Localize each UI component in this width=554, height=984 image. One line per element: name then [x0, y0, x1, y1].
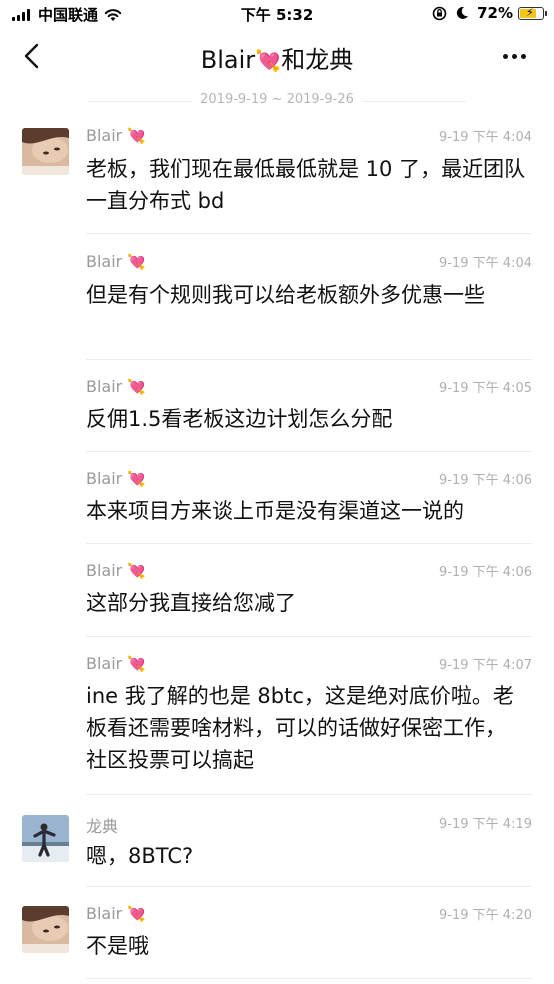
heart-icon: 💘 [127, 127, 147, 145]
divider [86, 451, 532, 452]
heart-icon: 💘 [127, 562, 147, 580]
orientation-lock-icon [432, 6, 447, 20]
message-sender: Blair 💘 [86, 252, 146, 271]
battery-percent: 72% [477, 4, 513, 22]
message-time: 9-19 下午 4:06 [439, 565, 532, 580]
chat-title: Blair💘和龙典 [0, 40, 554, 75]
heart-icon: 💘 [127, 253, 147, 271]
divider [86, 978, 532, 979]
sender-name: Blair [86, 252, 123, 271]
message-sender: Blair 💘 [86, 654, 146, 673]
avatar-blair[interactable] [22, 128, 69, 175]
message-text: 嗯，8BTC? [86, 844, 194, 868]
chat-header: Blair💘和龙典 [0, 28, 554, 86]
message-time: 9-19 下午 4:20 [439, 908, 532, 923]
sender-name: Blair [86, 904, 123, 923]
message-text: 本来项目方来谈上币是没有渠道这一说的 [86, 499, 464, 523]
message-text: 不是哦 [86, 934, 149, 958]
message-time: 9-19 下午 4:19 [439, 817, 532, 832]
message-sender: Blair 💘 [86, 561, 146, 580]
avatar-blair[interactable] [22, 906, 69, 953]
sender-name: Blair [86, 654, 123, 673]
message-sender: Blair 💘 [86, 126, 146, 145]
heart-icon: 💘 [255, 49, 282, 73]
message-text: 这部分我直接给您减了 [86, 591, 296, 615]
heart-icon: 💘 [127, 905, 147, 923]
chat-title-connector: 和龙典 [281, 46, 354, 74]
sender-name: Blair [86, 469, 123, 488]
status-right: 72% ⚡ [432, 4, 547, 22]
divider [86, 359, 532, 360]
heart-icon: 💘 [127, 655, 147, 673]
more-options-icon[interactable] [499, 54, 526, 59]
message-text: 但是有个规则我可以给老板额外多优惠一些 [86, 283, 485, 307]
divider [86, 543, 532, 544]
sender-name: Blair [86, 561, 123, 580]
chat-title-contact: Blair [200, 46, 256, 74]
heart-icon: 💘 [127, 378, 147, 396]
message-time: 9-19 下午 4:07 [439, 658, 532, 673]
message-time: 9-19 下午 4:04 [439, 130, 532, 145]
divider [362, 101, 466, 102]
message-text: 反佣1.5看老板这边计划怎么分配 [86, 407, 393, 431]
avatar-longdian[interactable] [22, 815, 69, 862]
moon-icon [456, 6, 469, 19]
battery-icon: ⚡ [518, 6, 547, 20]
message-text: 老板，我们现在最低最低就是 10 了，最近团队一直分布式 bd [86, 157, 526, 213]
message-sender: Blair 💘 [86, 377, 146, 396]
status-bar: 中国联通 下午 5:32 72% ⚡ [0, 0, 554, 28]
message-sender: Blair 💘 [86, 469, 146, 488]
message-time: 9-19 下午 4:05 [439, 381, 532, 396]
heart-icon: 💘 [127, 470, 147, 488]
sender-name: Blair [86, 126, 123, 145]
divider [86, 233, 532, 234]
message-text: ine 我了解的也是 8btc，这是绝对底价啦。老板看还需要啥材料，可以的话做好… [86, 684, 514, 772]
sender-name: Blair [86, 377, 123, 396]
divider [86, 636, 532, 637]
message-sender: Blair 💘 [86, 904, 146, 923]
divider [86, 886, 532, 887]
message-time: 9-19 下午 4:06 [439, 473, 532, 488]
date-range: 2019-9-19 ~ 2019-9-26 [200, 92, 354, 107]
divider [86, 794, 532, 795]
message-sender: 龙典 [86, 817, 119, 836]
message-time: 9-19 下午 4:04 [439, 256, 532, 271]
